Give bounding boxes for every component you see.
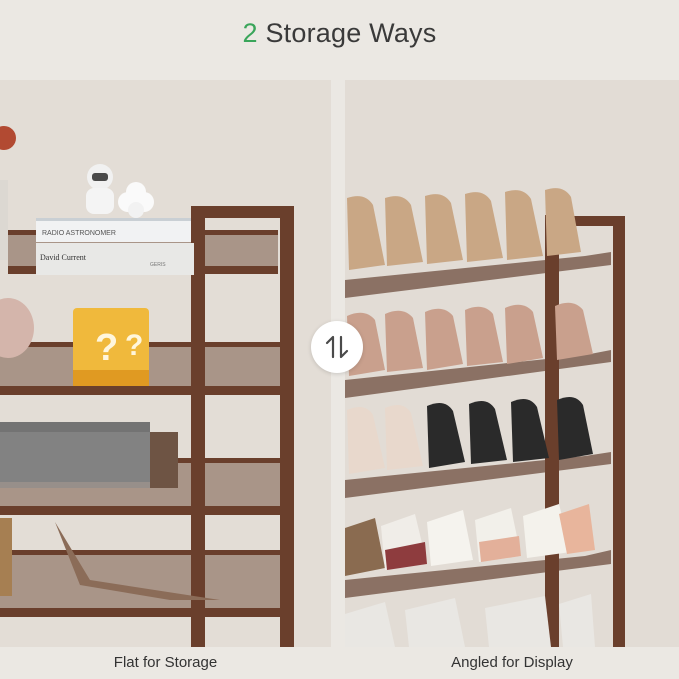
flat-shelf-illustration: RADIO ASTRONOMER David Current GERIS ? ? xyxy=(0,126,294,647)
book-bottom-title: David Current xyxy=(40,253,87,262)
caption-angled: Angled for Display xyxy=(451,654,573,671)
bubble-candle xyxy=(118,182,154,218)
right-back-post xyxy=(613,220,625,647)
caption-flat: Flat for Storage xyxy=(113,654,218,671)
book-bottom-brand: GERIS xyxy=(150,262,166,268)
title-number: 2 xyxy=(242,18,258,48)
title-text: Storage Ways xyxy=(257,18,437,48)
flower-icon xyxy=(0,126,16,150)
page-title: 2 Storage Ways xyxy=(0,18,679,49)
question-block-lamp: ? ? xyxy=(73,308,149,386)
book-top-title: RADIO ASTRONOMER xyxy=(42,230,116,237)
angled-display-photo xyxy=(345,80,679,647)
svg-text:?: ? xyxy=(125,329,143,362)
angled-shelf-illustration xyxy=(345,188,625,647)
front-post xyxy=(191,215,205,647)
top-rail xyxy=(191,206,294,218)
book-stack: RADIO ASTRONOMER David Current GERIS xyxy=(36,218,194,275)
vase xyxy=(0,180,8,260)
flat-storage-photo: RADIO ASTRONOMER David Current GERIS ? ? xyxy=(0,80,331,647)
speaker xyxy=(0,422,178,488)
back-post xyxy=(280,208,294,647)
up-down-arrows-icon xyxy=(311,321,363,373)
right-front-post xyxy=(545,215,559,647)
astronaut-figurine xyxy=(86,164,114,214)
svg-text:?: ? xyxy=(95,327,118,369)
side-box xyxy=(0,518,12,596)
